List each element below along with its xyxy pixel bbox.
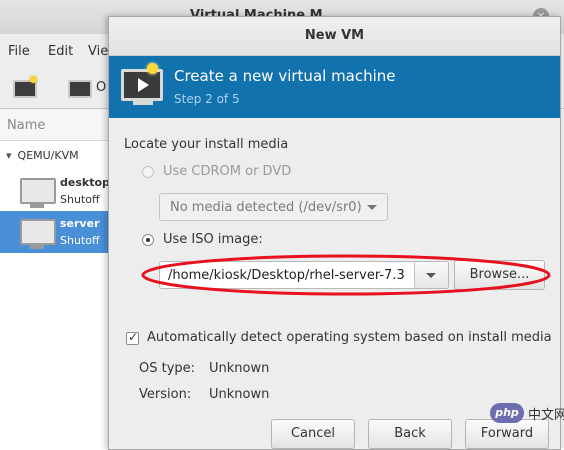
dialog-title: New VM	[304, 28, 365, 43]
column-header-name[interactable]: Name	[7, 118, 45, 133]
browse-button[interactable]: Browse...	[454, 260, 545, 290]
menu-view[interactable]: Vie	[88, 44, 108, 59]
cdrom-select[interactable]: No media detected (/dev/sr0)	[159, 193, 388, 221]
iso-path-combo[interactable]: /home/kiosk/Desktop/rhel-server-7.3	[159, 261, 449, 289]
play-icon	[138, 78, 149, 92]
cdrom-radio[interactable]	[142, 166, 154, 178]
chevron-down-icon	[426, 273, 436, 278]
menu-file[interactable]: File	[8, 44, 30, 59]
chevron-down-icon[interactable]: ▾	[6, 149, 12, 162]
star-icon	[147, 63, 158, 74]
php-logo: php	[490, 403, 524, 423]
vm-monitor-icon	[20, 219, 56, 245]
version-label: Version:	[139, 387, 192, 402]
open-console-toolbar-button[interactable]	[66, 74, 114, 104]
cdrom-label: Use CDROM or DVD	[163, 164, 292, 179]
iso-history-dropdown-button[interactable]	[414, 262, 448, 288]
vm-status: Shutoff	[60, 193, 100, 206]
menu-edit[interactable]: Edit	[48, 44, 73, 59]
watermark-text: 中文网	[528, 408, 564, 423]
vm-monitor-icon	[20, 178, 56, 204]
new-vm-dialog: New VM Create a new virtual machine Step…	[108, 16, 561, 450]
iso-radio[interactable]	[142, 234, 154, 246]
vm-status: Shutoff	[60, 234, 100, 247]
autodetect-label: Automatically detect operating system ba…	[147, 330, 552, 345]
section-label: Locate your install media	[124, 137, 289, 152]
cdrom-select-value: No media detected (/dev/sr0)	[170, 200, 362, 215]
version-value: Unknown	[209, 387, 270, 402]
vm-name: desktop	[60, 176, 110, 189]
monitor-stand	[133, 101, 153, 105]
wizard-header: Create a new virtual machine Step 2 of 5	[109, 56, 560, 118]
iso-label: Use ISO image:	[163, 232, 263, 247]
os-type-value: Unknown	[209, 361, 270, 376]
autodetect-checkbox[interactable]: ✓	[126, 330, 139, 345]
back-button[interactable]: Back	[368, 419, 452, 449]
os-type-label: OS type:	[139, 361, 196, 376]
connection-row[interactable]: ▾ QEMU/KVM	[6, 149, 79, 162]
watermark: php 中文网	[488, 401, 564, 425]
vm-monitor-stand	[30, 204, 44, 208]
vm-name: server	[60, 217, 100, 230]
cancel-button[interactable]: Cancel	[271, 419, 355, 449]
chevron-down-icon	[367, 205, 377, 210]
checkmark-icon: ✓	[128, 330, 139, 344]
toolbar-label-partial: O	[96, 80, 107, 95]
monitor-icon	[68, 80, 92, 98]
new-vm-toolbar-button[interactable]	[10, 74, 42, 104]
vm-monitor-stand	[30, 245, 44, 249]
connection-label: QEMU/KVM	[17, 149, 79, 162]
new-vm-monitor-icon	[121, 69, 163, 101]
radio-selected-dot	[146, 238, 150, 242]
wizard-step: Step 2 of 5	[174, 92, 240, 106]
wizard-title: Create a new virtual machine	[174, 67, 396, 85]
vm-row-server[interactable]: server Shutoff	[0, 211, 110, 253]
iso-path-input[interactable]: /home/kiosk/Desktop/rhel-server-7.3	[168, 268, 405, 283]
vm-row-desktop[interactable]: desktop Shutoff	[0, 170, 110, 212]
star-icon	[30, 76, 37, 83]
dialog-titlebar: New VM	[109, 17, 560, 56]
